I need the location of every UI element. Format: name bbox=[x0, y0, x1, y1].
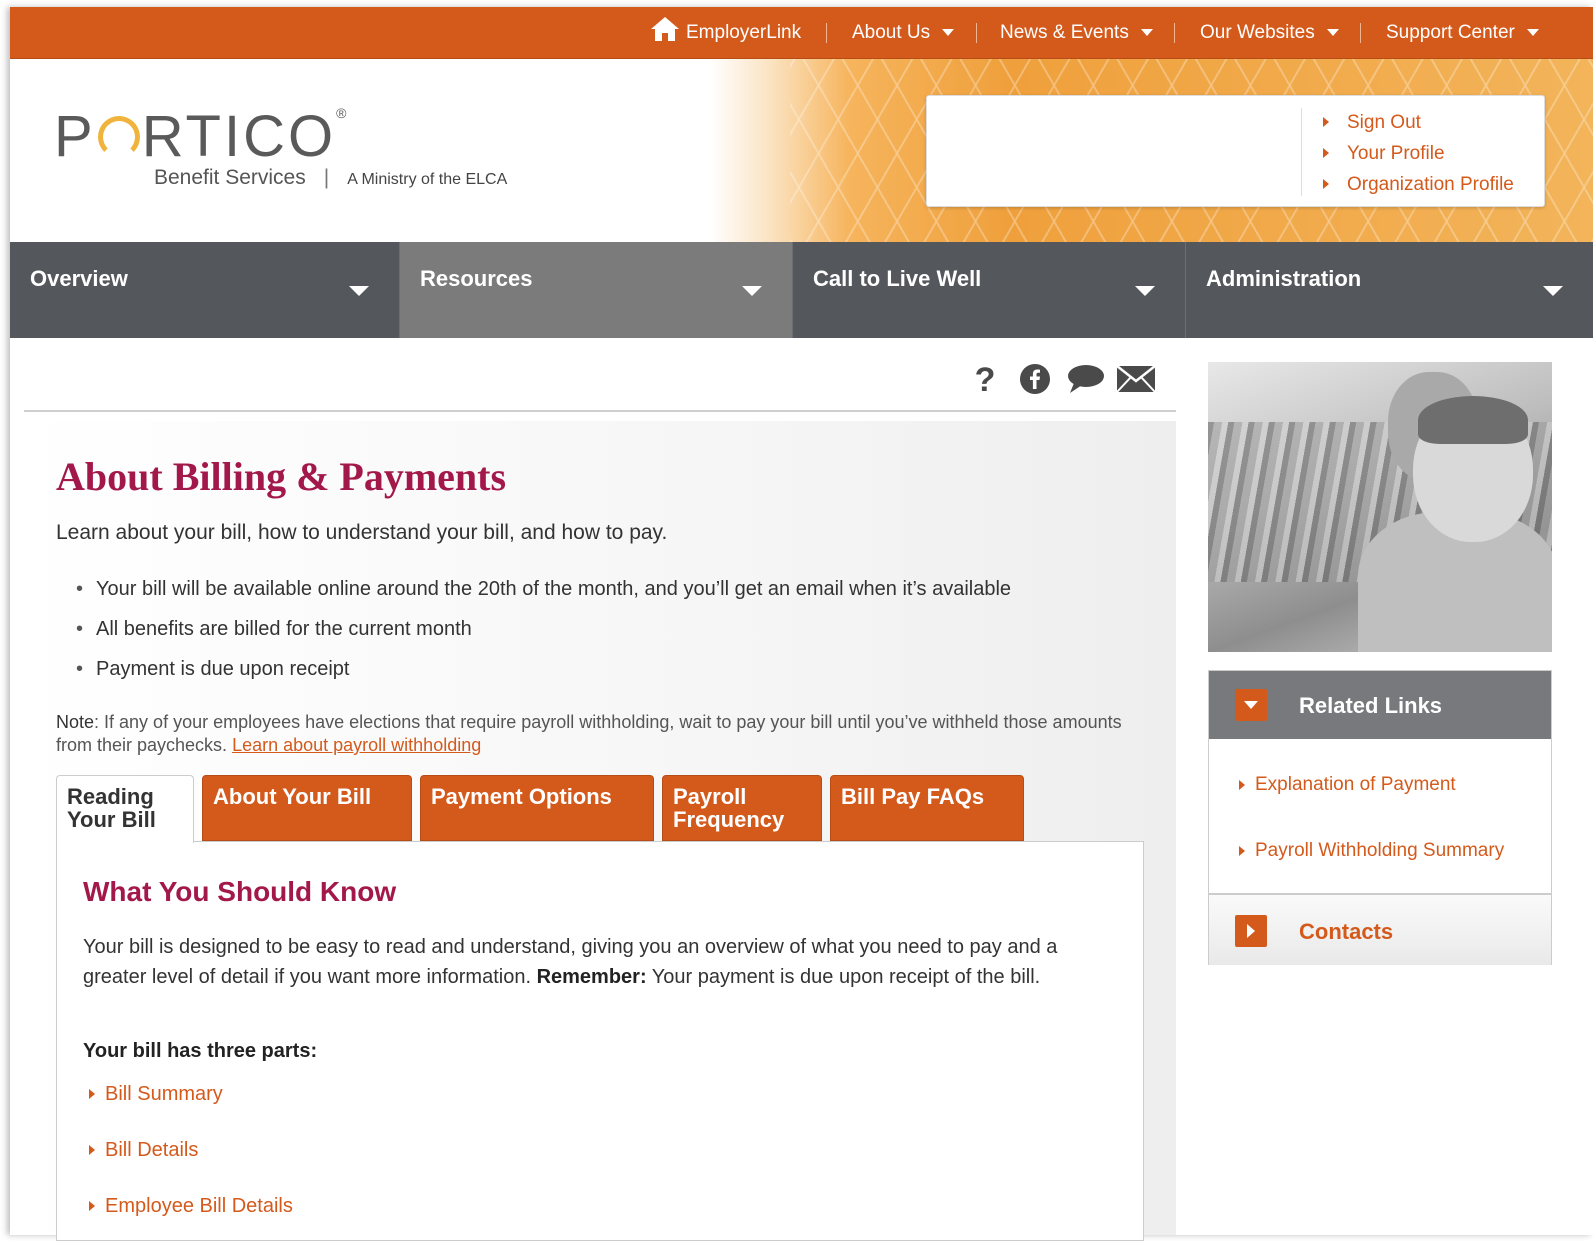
related-links-box: Related Links Explanation of Payment Pay… bbox=[1208, 670, 1552, 965]
page-title: About Billing & Payments bbox=[56, 454, 507, 499]
logo-text: RTICO bbox=[141, 104, 337, 169]
panel-emphasis: Remember: bbox=[536, 966, 647, 988]
nav-label: Call to Live Well bbox=[813, 266, 982, 291]
logo-sub: Benefit Services bbox=[154, 166, 306, 189]
topnav-label: News & Events bbox=[1000, 22, 1129, 43]
intro-text: Learn about your bill, how to understand… bbox=[56, 521, 668, 544]
panel-heading: What You Should Know bbox=[83, 876, 397, 907]
separator bbox=[976, 23, 977, 43]
tab-payment-options[interactable]: Payment Options bbox=[420, 775, 654, 841]
employee-bill-details-link[interactable]: Employee Bill Details bbox=[83, 1178, 293, 1234]
page: EmployerLink About Us News & Events Our … bbox=[10, 7, 1593, 1241]
related-links-title: Related Links bbox=[1299, 693, 1443, 718]
collapse-icon[interactable] bbox=[1235, 689, 1267, 721]
topnav-news-events[interactable]: News & Events bbox=[1000, 7, 1153, 59]
email-icon[interactable] bbox=[1113, 360, 1159, 400]
chevron-down-icon bbox=[1543, 286, 1563, 296]
home-icon bbox=[651, 17, 679, 41]
sign-out-link[interactable]: Sign Out bbox=[1323, 110, 1514, 141]
list-item: All benefits are billed for the current … bbox=[56, 609, 1011, 649]
note-text: Note: If any of your employees have elec… bbox=[56, 711, 1126, 757]
chevron-down-icon bbox=[349, 286, 369, 296]
key-points: Your bill will be available online aroun… bbox=[56, 569, 1011, 689]
your-profile-link[interactable]: Your Profile bbox=[1323, 141, 1514, 172]
tab-payroll-frequency[interactable]: Payroll Frequency bbox=[662, 775, 822, 841]
list-item: Payment is due upon receipt bbox=[56, 649, 1011, 689]
chevron-down-icon bbox=[1140, 29, 1153, 37]
payroll-withholding-summary-link[interactable]: Payroll Withholding Summary bbox=[1237, 829, 1504, 895]
panel-paragraph: Your bill is designed to be easy to read… bbox=[83, 932, 1123, 992]
employerlink-label: EmployerLink bbox=[686, 22, 802, 43]
note-label: Note bbox=[56, 712, 95, 732]
bill-parts-list: Bill Summary Bill Details Employee Bill … bbox=[83, 1066, 293, 1234]
separator bbox=[826, 23, 827, 43]
logo-registered-mark: ® bbox=[336, 105, 347, 121]
account-box: Sign Out Your Profile Organization Profi… bbox=[926, 95, 1545, 207]
nav-label: Administration bbox=[1206, 266, 1362, 291]
tab-reading-your-bill[interactable]: Reading Your Bill bbox=[56, 775, 194, 843]
facebook-icon[interactable] bbox=[1012, 360, 1058, 400]
nav-label: Overview bbox=[30, 266, 128, 291]
nav-overview[interactable]: Overview bbox=[10, 242, 400, 338]
separator bbox=[1360, 23, 1361, 43]
topnav-support-center[interactable]: Support Center bbox=[1386, 7, 1539, 59]
topnav-label: About Us bbox=[852, 22, 931, 43]
nav-resources[interactable]: Resources bbox=[400, 242, 793, 338]
chevron-down-icon bbox=[1326, 29, 1339, 37]
expand-icon[interactable] bbox=[1235, 915, 1267, 947]
contacts-header[interactable]: Contacts bbox=[1209, 893, 1551, 965]
topnav-our-websites[interactable]: Our Websites bbox=[1200, 7, 1339, 59]
share-icons: ? bbox=[962, 360, 1159, 400]
employerlink-link[interactable]: EmployerLink bbox=[650, 7, 801, 59]
chat-icon[interactable] bbox=[1063, 360, 1109, 400]
contacts-title: Contacts bbox=[1299, 919, 1394, 944]
account-divider bbox=[1301, 108, 1302, 196]
main-content: About Billing & Payments Learn about you… bbox=[24, 421, 1176, 1241]
photo-child-hair bbox=[1418, 396, 1528, 444]
chevron-down-icon bbox=[742, 286, 762, 296]
bill-details-link[interactable]: Bill Details bbox=[83, 1122, 293, 1178]
logo-ministry: A Ministry of the ELCA bbox=[347, 171, 508, 188]
topnav-about-us[interactable]: About Us bbox=[852, 7, 955, 59]
help-icon[interactable]: ? bbox=[962, 360, 1008, 400]
logo-text: P bbox=[54, 104, 96, 169]
nav-label: Resources bbox=[420, 266, 533, 291]
panel-text: Your payment is due upon receipt of the … bbox=[646, 966, 1041, 988]
topnav-label: Our Websites bbox=[1200, 22, 1315, 43]
tagline-divider: | bbox=[323, 166, 330, 189]
explanation-of-payment-link[interactable]: Explanation of Payment bbox=[1237, 763, 1504, 829]
divider bbox=[24, 410, 1176, 412]
tab-panel: What You Should Know Your bill is design… bbox=[56, 841, 1144, 1241]
hero-photo bbox=[1208, 362, 1552, 652]
portico-logo[interactable]: P RTICO® bbox=[54, 103, 346, 170]
nav-call-to-live-well[interactable]: Call to Live Well bbox=[793, 242, 1186, 338]
utility-bar: EmployerLink About Us News & Events Our … bbox=[10, 7, 1593, 59]
nav-administration[interactable]: Administration bbox=[1186, 242, 1593, 338]
list-item: Your bill will be available online aroun… bbox=[56, 569, 1011, 609]
payroll-withholding-link[interactable]: Learn about payroll withholding bbox=[232, 735, 481, 755]
separator bbox=[1174, 23, 1175, 43]
site-header: P RTICO® Benefit Services | A Ministry of t… bbox=[10, 59, 1593, 242]
chevron-down-icon bbox=[1135, 286, 1155, 296]
note-body: : If any of your employees have election… bbox=[56, 712, 1122, 755]
bill-parts-heading: Your bill has three parts: bbox=[83, 1040, 318, 1062]
tab-bill-pay-faqs[interactable]: Bill Pay FAQs bbox=[830, 775, 1024, 841]
main-nav: Overview Resources Call to Live Well Adm… bbox=[10, 242, 1593, 338]
tab-about-your-bill[interactable]: About Your Bill bbox=[202, 775, 412, 841]
bill-summary-link[interactable]: Bill Summary bbox=[83, 1066, 293, 1122]
topnav-label: Support Center bbox=[1386, 22, 1515, 43]
logo-tagline: Benefit Services | A Ministry of the ELCA bbox=[154, 166, 507, 190]
related-links-header[interactable]: Related Links bbox=[1209, 671, 1551, 739]
organization-profile-link[interactable]: Organization Profile bbox=[1323, 172, 1514, 203]
chevron-down-icon bbox=[942, 29, 955, 37]
chevron-down-icon bbox=[1526, 29, 1539, 37]
logo-o-mark bbox=[97, 116, 140, 158]
related-links-list: Explanation of Payment Payroll Withholdi… bbox=[1237, 763, 1504, 895]
